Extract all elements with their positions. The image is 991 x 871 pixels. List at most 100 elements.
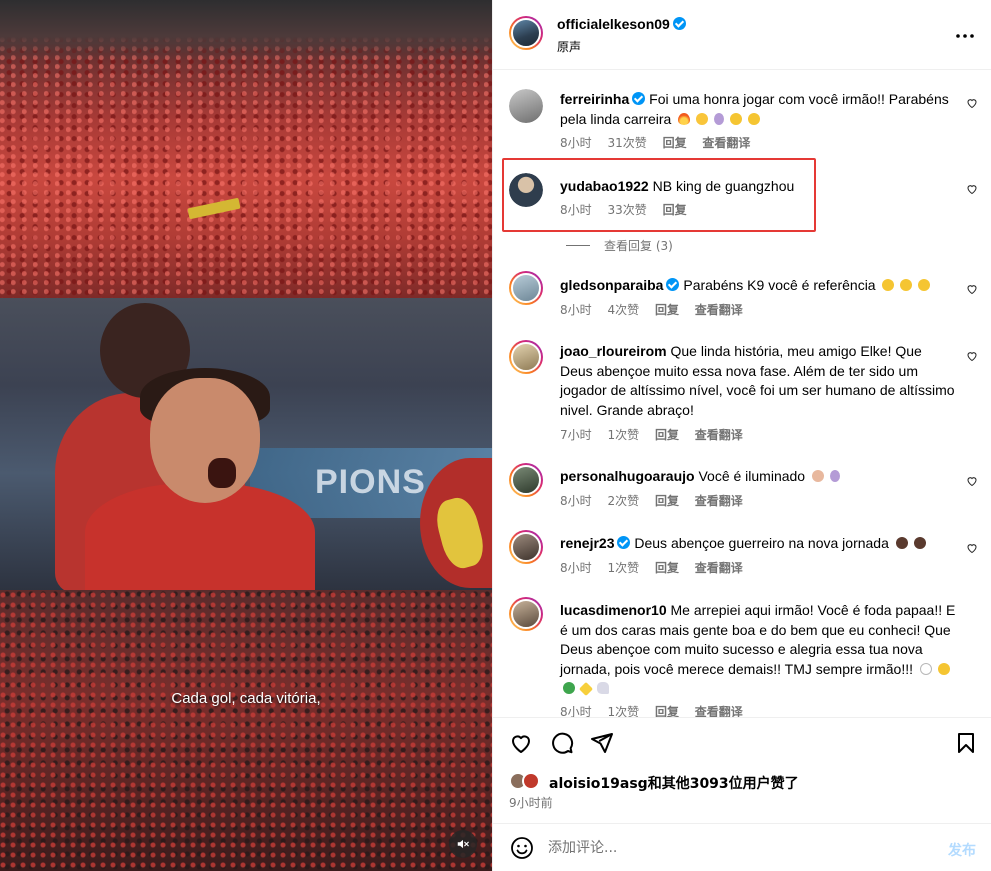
commenter-avatar[interactable] [509, 597, 543, 631]
pray-emoji-icon [830, 470, 840, 482]
comment-like-heart-icon[interactable] [966, 475, 978, 487]
reply-button[interactable]: 回复 [655, 494, 679, 508]
verified-badge-icon [666, 278, 680, 291]
more-options-icon [956, 34, 974, 38]
comment-like-heart-icon[interactable] [966, 97, 978, 109]
heart-icon[interactable] [509, 731, 533, 755]
fire-emoji-icon [678, 112, 691, 125]
comment-username[interactable]: gledsonparaiba [560, 277, 663, 293]
liker-avatar[interactable] [522, 772, 540, 790]
raised-hands-emoji-icon [696, 112, 709, 125]
smiley-icon[interactable] [510, 836, 534, 860]
post-time: 9小时前 [509, 796, 553, 810]
comment-like-heart-icon[interactable] [966, 350, 978, 362]
comment-likes[interactable]: 4次赞 [607, 303, 639, 317]
comment-text: Deus abençoe guerreiro na nova jornada [634, 535, 889, 551]
comment-like-heart-icon[interactable] [966, 542, 978, 554]
add-comment-bar: 发布 [493, 823, 991, 871]
comment-likes[interactable]: 1次赞 [607, 428, 639, 442]
comments-list[interactable]: ferreirinha Foi uma honra jogar com você… [493, 71, 991, 717]
pray-emoji-icon [714, 112, 725, 125]
reply-button[interactable]: 回复 [663, 136, 687, 150]
white-heart-emoji-icon [919, 662, 932, 675]
comment-username[interactable]: joao_rloureirom [560, 343, 667, 359]
mute-button[interactable] [449, 830, 477, 858]
comment-username[interactable]: yudabao1922 [560, 178, 649, 194]
comment-like-heart-icon[interactable] [966, 283, 978, 295]
commenter-avatar[interactable] [509, 89, 543, 123]
instagram-post-modal: PIONS Cada gol, cada vitória, officialel… [0, 0, 991, 871]
comment-time: 8小时 [560, 494, 592, 508]
reply-button[interactable]: 回复 [663, 203, 687, 217]
bookmark-icon[interactable] [954, 731, 978, 755]
video-frame-crowd-bottom [0, 590, 492, 871]
comment-input[interactable] [548, 837, 908, 859]
stadium-banner-text: PIONS [315, 463, 426, 501]
comment-likes[interactable]: 1次赞 [607, 561, 639, 575]
comment-text: NB king de guangzhou [652, 178, 795, 194]
fist-emoji-icon [812, 470, 824, 482]
speaker-muted-icon [457, 839, 469, 849]
verified-badge-icon [617, 536, 631, 549]
clap-emoji-icon [882, 279, 895, 291]
post-side-panel: officialelkeson09 原声 ferreirinha Foi uma… [492, 0, 991, 871]
comment-likes[interactable]: 1次赞 [607, 705, 639, 717]
comment-text: Você é iluminado [698, 468, 806, 484]
comment-time: 8小时 [560, 203, 592, 217]
comment-icon[interactable] [550, 731, 574, 755]
reply-button[interactable]: 回复 [655, 303, 679, 317]
fist-dark-emoji-icon [913, 537, 926, 549]
comment-time: 8小时 [560, 136, 592, 150]
commenter-avatar[interactable] [509, 271, 543, 305]
comment-username[interactable]: lucasdimenor10 [560, 602, 667, 618]
reply-button[interactable]: 回复 [655, 428, 679, 442]
reply-button[interactable]: 回复 [655, 705, 679, 717]
post-header: officialelkeson09 原声 [493, 0, 991, 70]
shamrock-emoji-icon [563, 682, 575, 694]
post-video[interactable]: PIONS Cada gol, cada vitória, [0, 0, 492, 871]
translate-button[interactable]: 查看翻译 [695, 494, 743, 508]
commenter-avatar[interactable] [509, 463, 543, 497]
comment-likes[interactable]: 31次赞 [607, 136, 646, 150]
post-comment-button[interactable]: 发布 [948, 840, 976, 860]
share-icon[interactable] [590, 731, 614, 755]
comment-likes[interactable]: 2次赞 [607, 494, 639, 508]
translate-button[interactable]: 查看翻译 [695, 428, 743, 442]
comment-time: 8小时 [560, 561, 592, 575]
post-actions: aloisio19asg和其他3093位用户赞了 9小时前 [493, 717, 991, 811]
translate-button[interactable]: 查看翻译 [695, 705, 743, 717]
clap-emoji-icon [730, 112, 743, 125]
comment-text: Parabéns K9 você é referência [683, 277, 876, 293]
more-options-button[interactable] [956, 22, 974, 42]
audio-label[interactable]: 原声 [557, 38, 581, 55]
video-frame-crowd-top [0, 0, 492, 298]
translate-button[interactable]: 查看翻译 [695, 561, 743, 575]
commenter-avatar[interactable] [509, 173, 543, 207]
video-frame-celebration: PIONS [0, 298, 492, 590]
reply-button[interactable]: 回复 [655, 561, 679, 575]
comment-username[interactable]: ferreirinha [560, 91, 629, 107]
view-replies-button[interactable]: 查看回复 (3) [566, 237, 673, 254]
commenter-avatar[interactable] [509, 340, 543, 374]
rocket-emoji-icon [597, 682, 609, 694]
author-username[interactable]: officialelkeson09 [557, 16, 686, 32]
sparkles-emoji-icon [578, 681, 594, 697]
comment-username[interactable]: personalhugoaraujo [560, 468, 695, 484]
comment-time: 8小时 [560, 705, 592, 717]
comment-time: 8小时 [560, 303, 592, 317]
comment-like-heart-icon[interactable] [966, 183, 978, 195]
translate-button[interactable]: 查看翻译 [702, 136, 750, 150]
fist-emoji-icon [937, 662, 950, 675]
verified-badge-icon [632, 92, 646, 105]
clap-emoji-icon [900, 279, 913, 291]
comment-username[interactable]: renejr23 [560, 535, 614, 551]
translate-button[interactable]: 查看翻译 [695, 303, 743, 317]
video-subtitle: Cada gol, cada vitória, [171, 690, 321, 707]
fan-scarf [187, 197, 241, 220]
comment-likes[interactable]: 33次赞 [607, 203, 646, 217]
commenter-avatar[interactable] [509, 530, 543, 564]
author-avatar[interactable] [509, 16, 543, 50]
clap-emoji-icon [918, 279, 931, 291]
player-face [150, 378, 260, 503]
likes-count-text[interactable]: aloisio19asg和其他3093位用户赞了 [549, 773, 799, 793]
